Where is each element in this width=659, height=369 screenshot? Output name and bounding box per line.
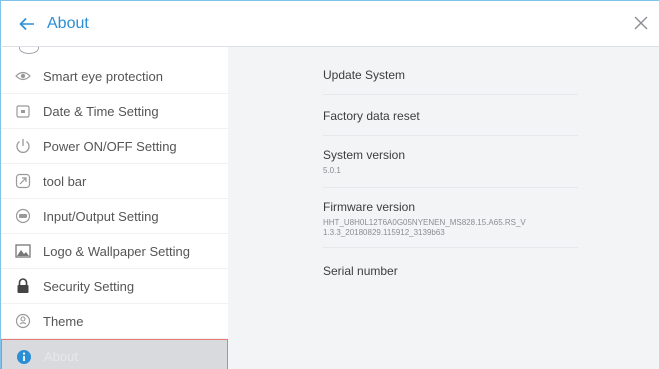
- divider: [323, 94, 578, 95]
- sidebar-item-power-on-off[interactable]: Power ON/OFF Setting: [1, 129, 228, 164]
- sidebar-item-security[interactable]: Security Setting: [1, 269, 228, 304]
- divider: [323, 135, 578, 136]
- sidebar: Smart eye protection Date & Time Setting…: [0, 47, 228, 369]
- sidebar-item-label: Security Setting: [43, 278, 135, 294]
- firmware-version-value: HHT_U8H0L12T6A0G05NYENEN_MS828.15.A65.RS…: [323, 218, 526, 237]
- sidebar-item-date-time[interactable]: Date & Time Setting: [1, 94, 228, 129]
- sidebar-item-label: About: [44, 349, 78, 364]
- calendar-icon: [13, 101, 33, 121]
- serial-number-label: Serial number: [323, 264, 398, 278]
- divider: [323, 247, 578, 248]
- page-title: About: [47, 14, 89, 32]
- settings-window: About Smart eye protection Date & Time S…: [0, 0, 659, 369]
- input-output-icon: [13, 206, 33, 226]
- factory-reset-item[interactable]: Factory data reset: [323, 109, 613, 123]
- sidebar-item-label: Smart eye protection: [43, 68, 163, 84]
- system-version-value: 5.0.1: [323, 166, 341, 175]
- back-arrow-icon[interactable]: [13, 10, 41, 38]
- close-icon[interactable]: [629, 11, 653, 35]
- theme-icon: [13, 311, 33, 331]
- info-icon: [14, 347, 34, 367]
- sidebar-item-logo-wallpaper[interactable]: Logo & Wallpaper Setting: [1, 234, 228, 269]
- sidebar-item-about[interactable]: About: [1, 339, 228, 369]
- sidebar-item-label: Logo & Wallpaper Setting: [43, 243, 190, 259]
- sidebar-item-label: Theme: [43, 313, 84, 329]
- firmware-version-item: Firmware version HHT_U8H0L12T6A0G05NYENE…: [323, 200, 613, 238]
- partial-item-icon: [1, 47, 228, 59]
- sidebar-item-input-output[interactable]: Input/Output Setting: [1, 199, 228, 234]
- eye-icon: [13, 66, 33, 86]
- toolbar-icon: [13, 171, 33, 191]
- update-system-label: Update System: [323, 68, 406, 82]
- wallpaper-icon: [13, 241, 33, 261]
- firmware-version-label: Firmware version: [323, 200, 416, 214]
- header-bar: About: [0, 0, 659, 47]
- system-version-item: System version 5.0.1: [323, 148, 613, 176]
- sidebar-item-theme[interactable]: Theme: [1, 304, 228, 339]
- sidebar-item-smart-eye-protection[interactable]: Smart eye protection: [1, 59, 228, 94]
- divider: [323, 187, 578, 188]
- update-system-item[interactable]: Update System: [323, 68, 613, 82]
- serial-number-item: Serial number: [323, 264, 613, 278]
- sidebar-item-label: tool bar: [43, 173, 87, 189]
- sidebar-item-label: Power ON/OFF Setting: [43, 138, 177, 154]
- sidebar-item-label: Date & Time Setting: [43, 103, 159, 119]
- factory-reset-label: Factory data reset: [323, 109, 420, 123]
- about-content: Update System Factory data reset System …: [228, 47, 659, 369]
- sidebar-item-tool-bar[interactable]: tool bar: [1, 164, 228, 199]
- sidebar-item-label: Input/Output Setting: [43, 208, 159, 224]
- lock-icon: [13, 276, 33, 296]
- power-icon: [13, 136, 33, 156]
- system-version-label: System version: [323, 148, 406, 162]
